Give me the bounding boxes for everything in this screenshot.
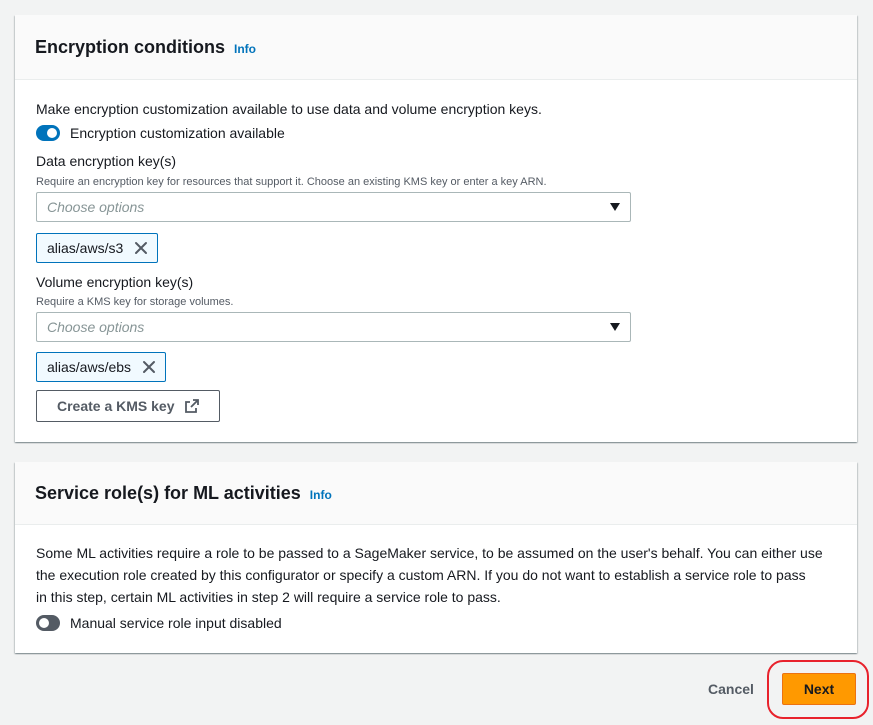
encryption-toggle-row: Encryption customization available bbox=[36, 123, 285, 143]
encryption-customization-toggle[interactable] bbox=[36, 125, 60, 141]
service-role-description-line: the execution role created by this confi… bbox=[36, 567, 806, 583]
volume-key-placeholder: Choose options bbox=[47, 319, 145, 335]
caret-down-icon bbox=[610, 323, 620, 331]
external-link-icon bbox=[184, 399, 199, 413]
encryption-panel-body: Make encryption customization available … bbox=[15, 80, 857, 442]
caret-down-icon bbox=[610, 203, 620, 211]
encryption-panel-header: Encryption conditions Info bbox=[15, 15, 857, 80]
data-key-token-label: alias/aws/s3 bbox=[47, 240, 124, 256]
service-role-description: Some ML activities require a role to be … bbox=[36, 542, 846, 608]
service-role-panel-body: Some ML activities require a role to be … bbox=[15, 525, 857, 653]
data-key-description: Require an encryption key for resources … bbox=[36, 176, 547, 188]
data-key-label: Data encryption key(s) bbox=[36, 153, 177, 169]
service-role-description-line: in this step, certain ML activities in s… bbox=[36, 589, 501, 605]
volume-key-label: Volume encryption key(s) bbox=[36, 274, 194, 290]
close-icon[interactable] bbox=[131, 238, 151, 258]
service-role-description-line: Some ML activities require a role to be … bbox=[36, 545, 823, 561]
toggle-knob bbox=[47, 128, 57, 138]
volume-key-token: alias/aws/ebs bbox=[36, 352, 167, 382]
next-button[interactable]: Next bbox=[782, 673, 856, 705]
service-role-toggle-label: Manual service role input disabled bbox=[70, 615, 282, 631]
encryption-conditions-panel: Encryption conditions Info Make encrypti… bbox=[15, 15, 857, 442]
volume-key-description: Require a KMS key for storage volumes. bbox=[36, 296, 234, 308]
close-icon[interactable] bbox=[139, 357, 159, 377]
toggle-knob bbox=[39, 618, 49, 628]
service-role-panel-header: Service role(s) for ML activities Info bbox=[15, 462, 857, 525]
data-key-token: alias/aws/s3 bbox=[36, 233, 159, 263]
cancel-button[interactable]: Cancel bbox=[708, 681, 754, 697]
data-key-select[interactable]: Choose options bbox=[36, 192, 631, 222]
create-kms-key-label: Create a KMS key bbox=[57, 398, 175, 414]
service-role-toggle-row: Manual service role input disabled bbox=[36, 613, 282, 633]
volume-key-token-label: alias/aws/ebs bbox=[47, 359, 132, 375]
encryption-toggle-label: Encryption customization available bbox=[70, 125, 285, 141]
manual-service-role-toggle[interactable] bbox=[36, 615, 60, 631]
encryption-info-link[interactable]: Info bbox=[234, 42, 256, 56]
create-kms-key-button[interactable]: Create a KMS key bbox=[36, 390, 220, 422]
encryption-description: Make encryption customization available … bbox=[36, 101, 542, 117]
service-role-panel: Service role(s) for ML activities Info S… bbox=[15, 462, 857, 653]
encryption-panel-title: Encryption conditions bbox=[35, 36, 226, 57]
data-key-placeholder: Choose options bbox=[47, 199, 145, 215]
service-role-panel-title: Service role(s) for ML activities bbox=[35, 482, 301, 503]
volume-key-select[interactable]: Choose options bbox=[36, 312, 631, 342]
service-role-info-link[interactable]: Info bbox=[310, 488, 332, 502]
